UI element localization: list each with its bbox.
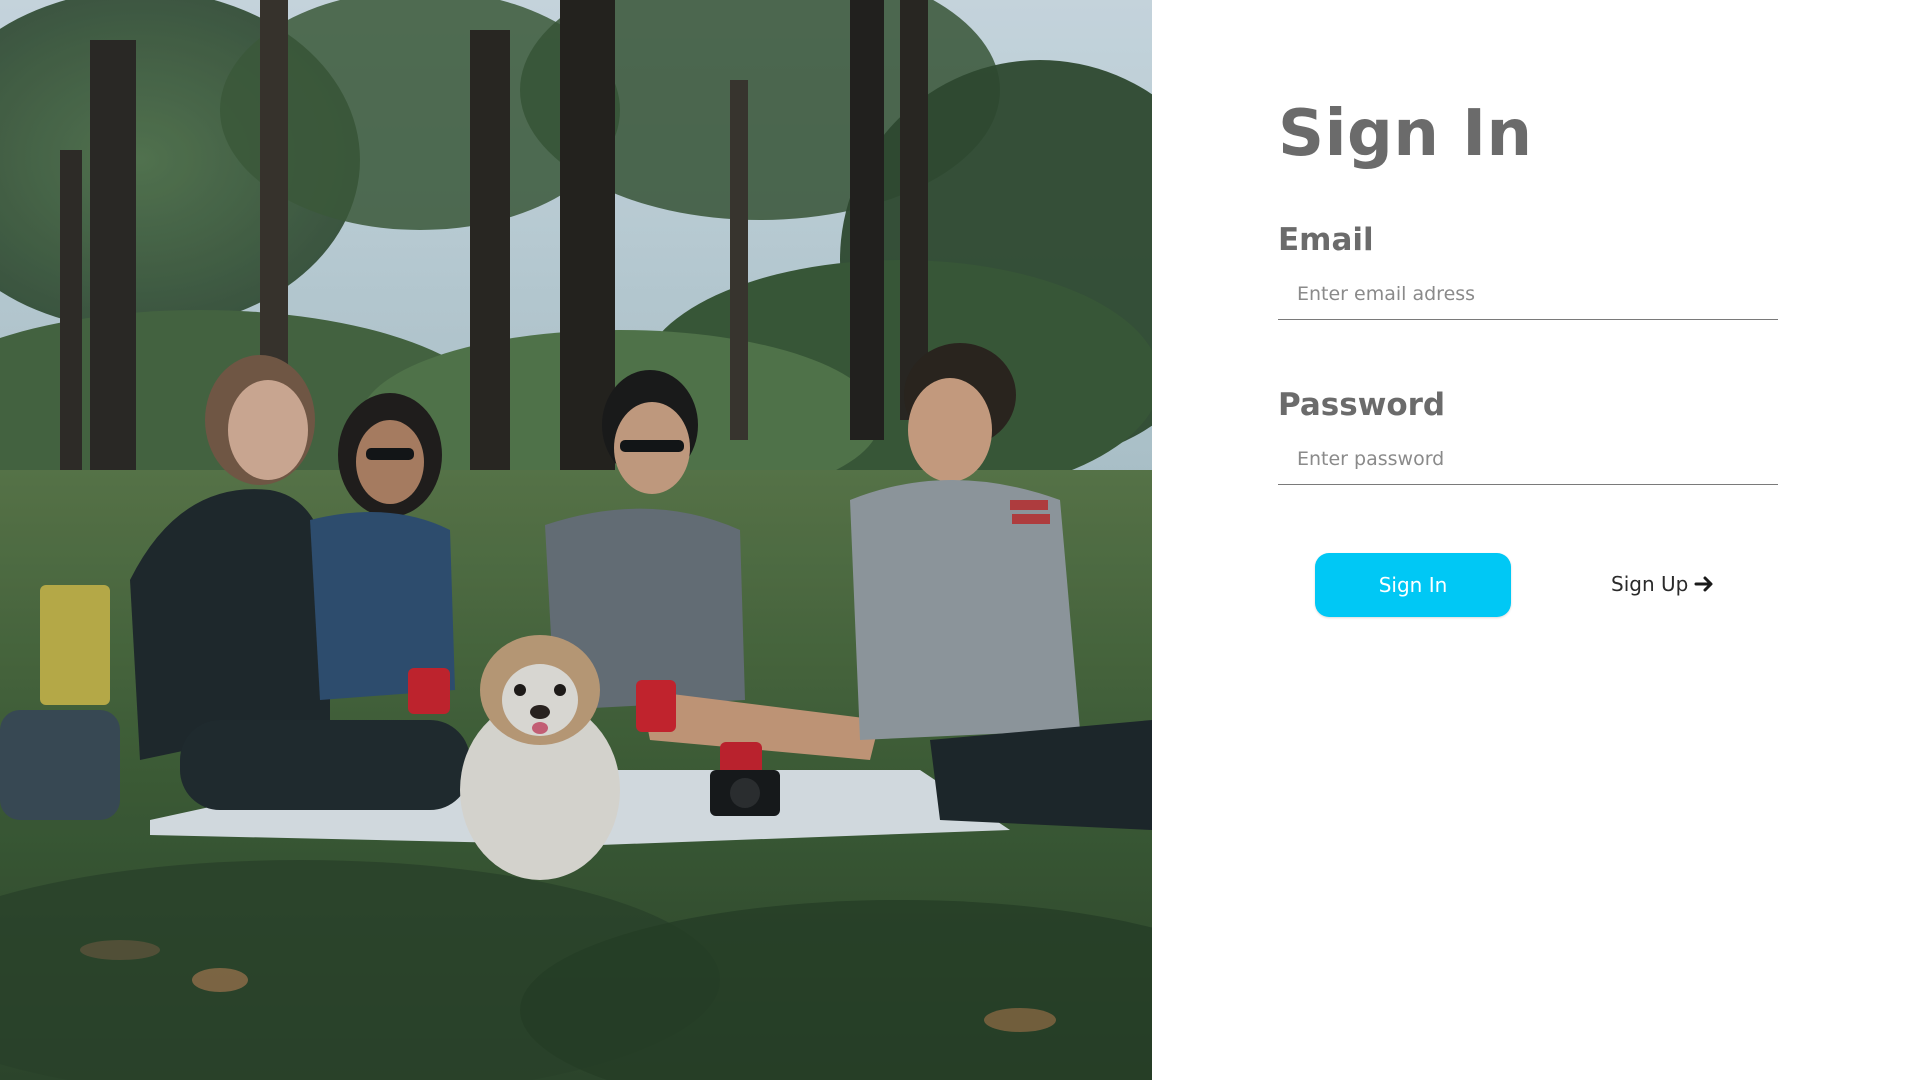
signup-link-label: Sign Up — [1611, 572, 1689, 596]
signin-page: Sign In Email Password Sign In Sign Up — [0, 0, 1920, 1080]
hero-photo — [0, 0, 1152, 1080]
email-field[interactable] — [1278, 268, 1778, 320]
arrow-right-icon — [1694, 574, 1714, 594]
signup-link[interactable]: Sign Up — [1611, 572, 1714, 596]
page-title: Sign In — [1278, 97, 1533, 171]
signin-button[interactable]: Sign In — [1315, 553, 1511, 617]
password-field[interactable] — [1278, 433, 1778, 485]
picnic-photo — [0, 0, 1152, 1080]
password-label: Password — [1278, 387, 1446, 423]
signin-form: Sign In Email Password Sign In Sign Up — [1152, 0, 1920, 1080]
email-label: Email — [1278, 222, 1374, 258]
